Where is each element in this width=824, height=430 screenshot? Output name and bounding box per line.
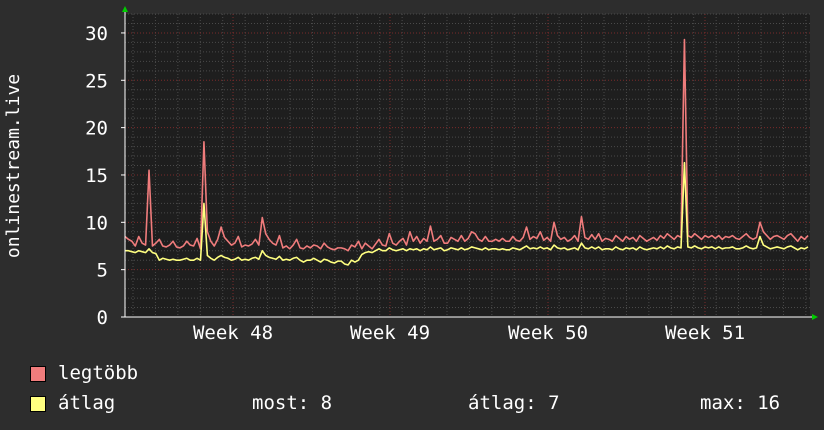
stat-most-label: most: xyxy=(252,392,310,414)
stat-avg-value: 7 xyxy=(548,392,560,414)
y-tick-label: 20 xyxy=(85,118,108,140)
legend: legtöbb átlag most: 8 átlag: 7 max: 16 xyxy=(30,362,810,422)
y-tick-label: 25 xyxy=(85,70,108,92)
y-tick-label: 15 xyxy=(85,165,108,187)
legend-label-atlag: átlag xyxy=(58,392,116,414)
x-tick-labels: Week 48 Week 49 Week 50 Week 51 xyxy=(193,322,745,344)
x-tick-label: Week 48 xyxy=(193,322,273,344)
legend-item-atlag: átlag most: 8 átlag: 7 max: 16 xyxy=(30,392,810,414)
stat-most: most: 8 xyxy=(252,392,332,414)
stat-max-value: 16 xyxy=(757,392,781,414)
stat-avg: átlag: 7 xyxy=(468,392,560,414)
stat-avg-label: átlag: xyxy=(468,392,537,414)
y-tick-label: 10 xyxy=(85,212,108,234)
y-tick-labels: 0 5 10 15 20 25 30 xyxy=(85,23,108,329)
x-tick-label: Week 50 xyxy=(508,322,588,344)
y-tick-label: 5 xyxy=(97,260,108,282)
y-axis-label: onlinestream.live xyxy=(3,74,24,258)
stat-max: max: 16 xyxy=(700,392,780,414)
legend-swatch-atlag xyxy=(30,396,46,412)
y-tick-label: 30 xyxy=(85,23,108,45)
stat-max-label: max: xyxy=(700,392,746,414)
stat-most-value: 8 xyxy=(320,392,333,414)
y-axis-arrow xyxy=(122,6,128,12)
y-tick-label: 0 xyxy=(97,307,108,329)
x-tick-label: Week 49 xyxy=(350,322,430,344)
x-axis-arrow xyxy=(812,314,818,320)
x-tick-label: Week 51 xyxy=(665,322,745,344)
legend-swatch-legtobb xyxy=(30,366,46,382)
legend-label-legtobb: legtöbb xyxy=(58,362,139,384)
